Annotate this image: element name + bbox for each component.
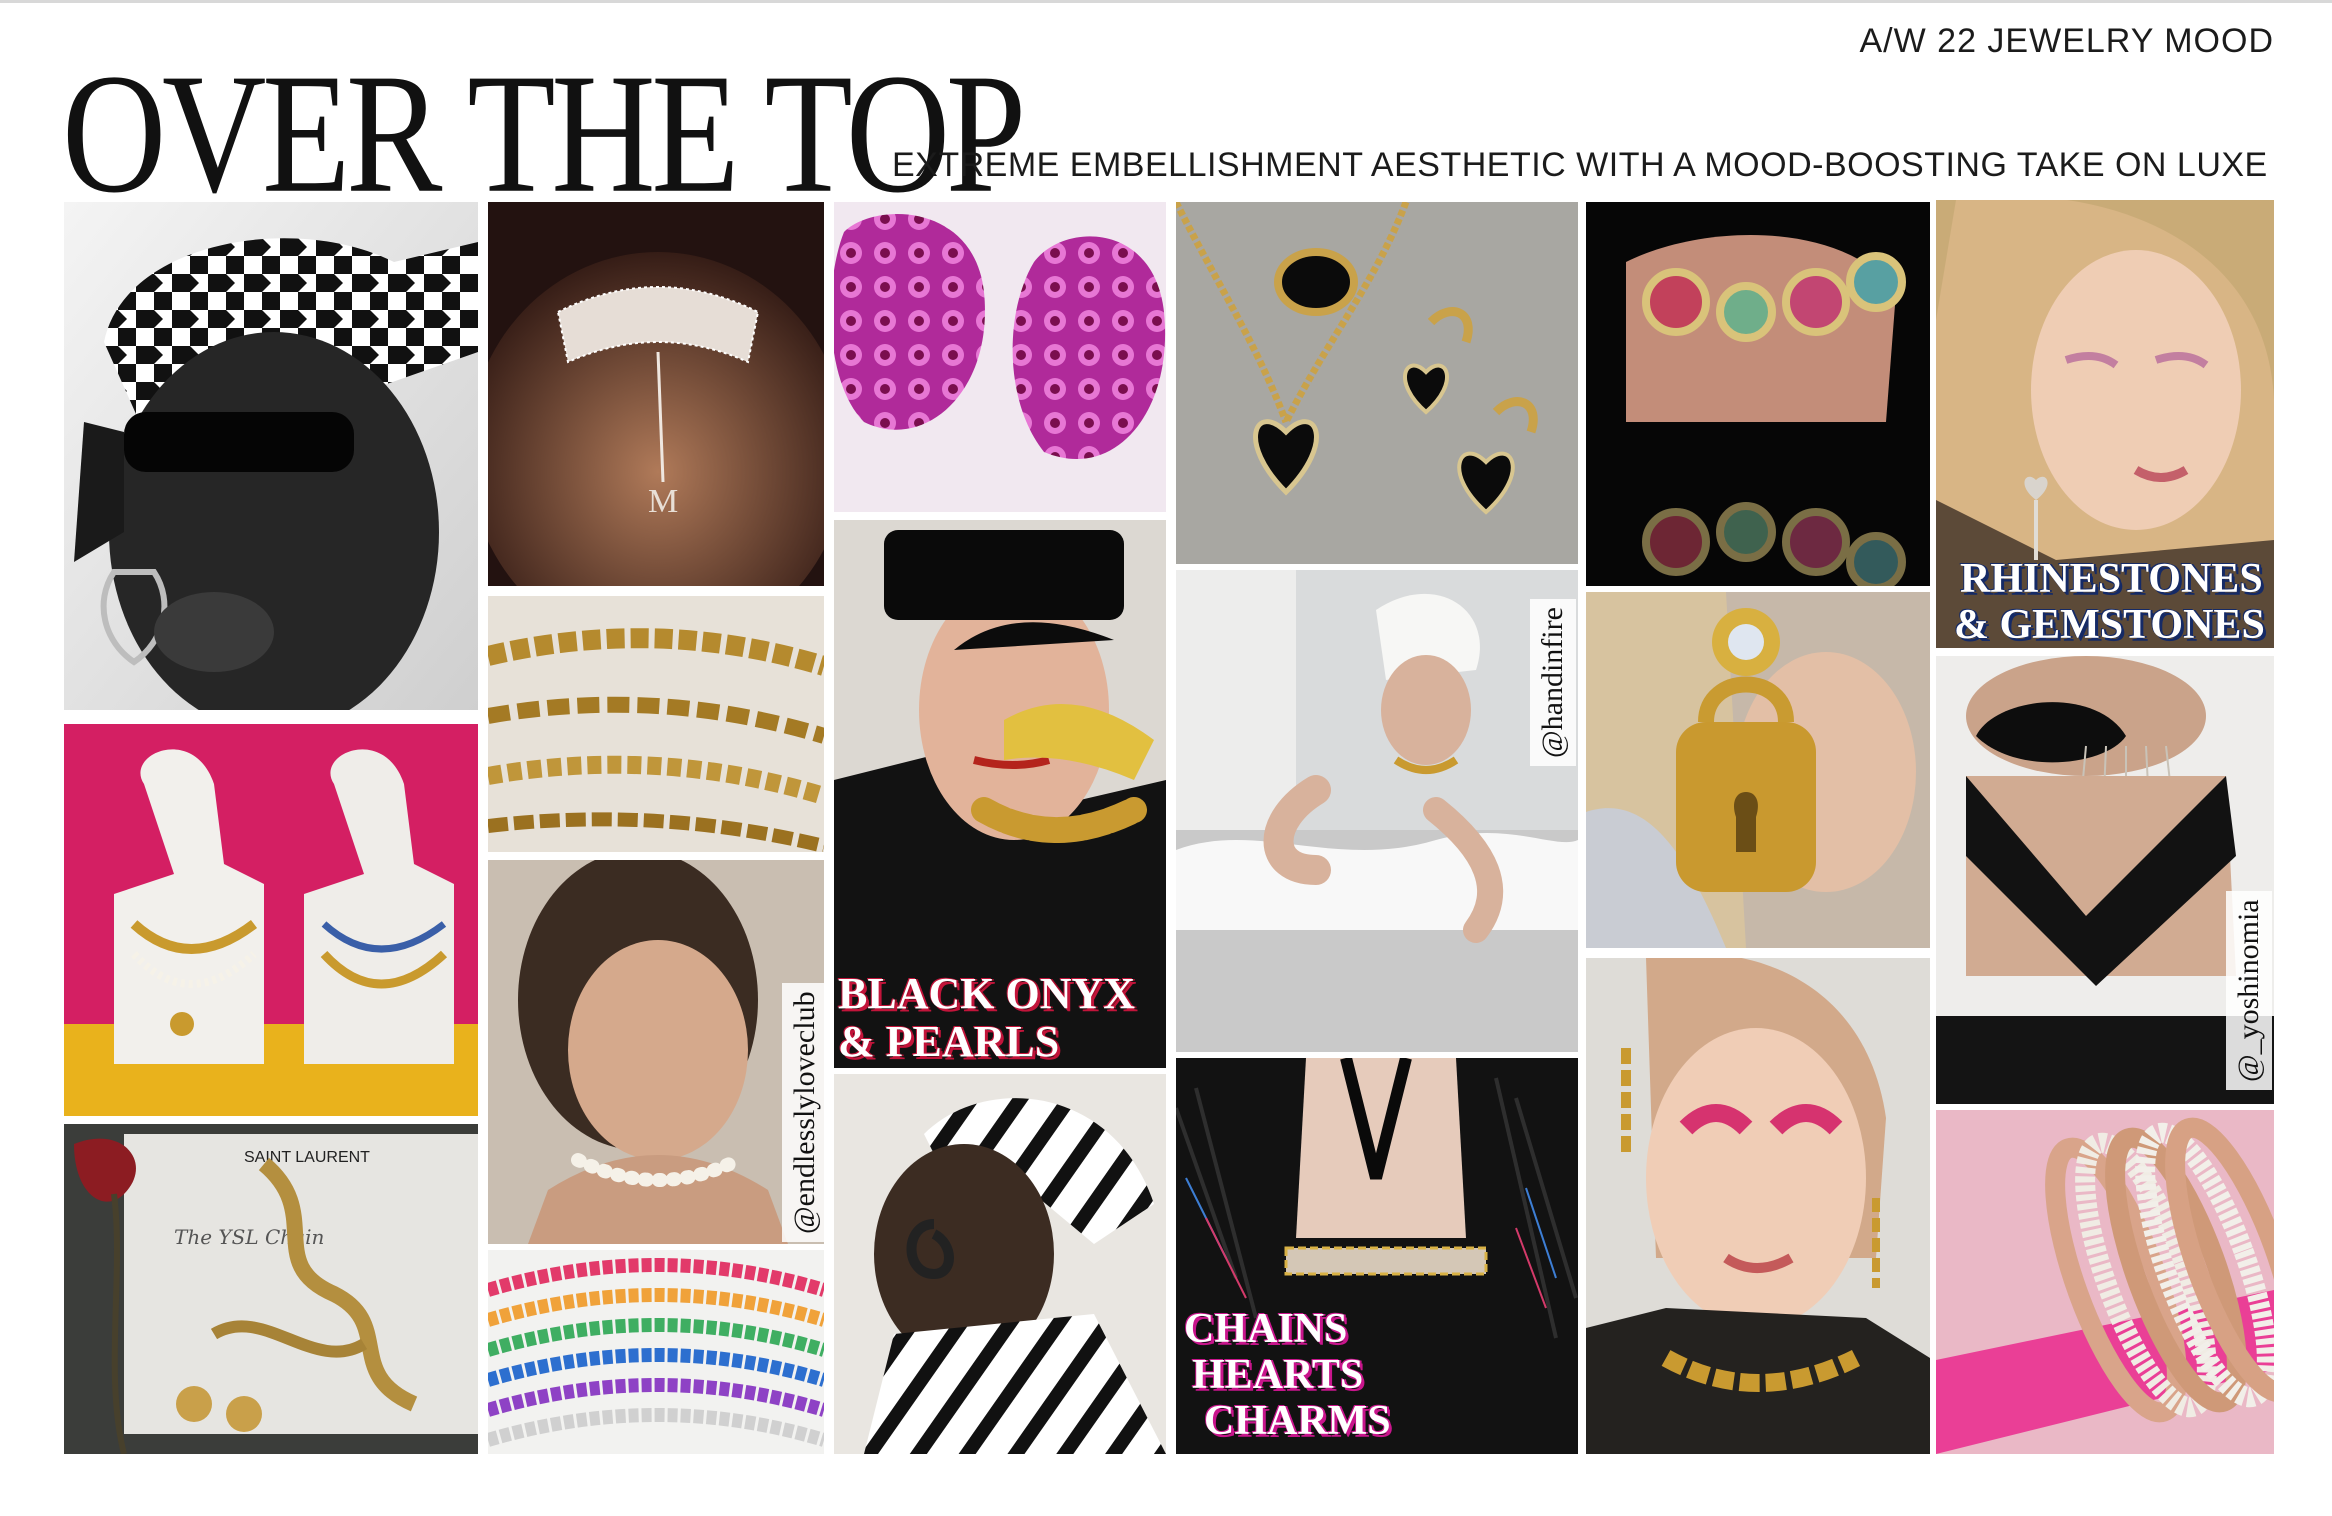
handle-handinfire: @handinfire [1530,599,1576,766]
photo-blonde-rhinestones: RHINESTONES & GEMSTONES [1936,200,2274,648]
handle-endlessly: @endlesslyloveclub [782,983,824,1242]
season-label: A/W 22 JEWELRY MOOD [1859,22,2274,60]
photo-sunglasses-pearls: BLACK ONYX & PEARLS [834,520,1166,1068]
photo-busts-pearls [64,724,478,1116]
photo-gold-chains [488,596,824,852]
photo-zebra-headscarf [834,1074,1166,1454]
banner-chains-3: CHARMS [1204,1398,1391,1444]
photo-pink-eyeshadow [1586,958,1930,1454]
photo-pearl-choker: @endlesslyloveclub [488,860,824,1244]
photo-bathtub: @handinfire [1176,570,1578,1052]
photo-ysl-chain-box: SAINT LAURENT The YSL Chain [64,1124,478,1454]
photo-rainbow-tennis [488,1250,824,1454]
top-rule [0,0,2332,3]
banner-chains-2: HEARTS [1192,1352,1364,1398]
page-title: OVER THE TOP [62,38,1026,229]
photo-crystal-choker-back: M [488,202,824,586]
photo-houndstooth-headscarf [64,202,478,710]
banner-rhinestones-2: & GEMSTONES [1954,602,2265,648]
banner-rhinestones-1: RHINESTONES [1960,556,2263,602]
photo-gemstone-rings [1586,202,1930,586]
handle-yoshinomia: @_yoshinomia [2226,891,2272,1090]
photo-black-rose-choker: @_yoshinomia [1936,656,2274,1104]
photo-padlock-earring [1586,592,1930,948]
banner-onyx-1: BLACK ONYX [838,969,1136,1018]
banner-onyx-2: & PEARLS [838,1017,1060,1066]
box-brand-text: SAINT LAURENT [244,1149,370,1166]
page-subtitle: EXTREME EMBELLISHMENT AESTHETIC WITH A M… [892,146,2268,184]
svg-text:M: M [648,483,678,520]
photo-rose-gold-bangles [1936,1110,2274,1454]
photo-pink-crystal-earrings [834,202,1166,512]
photo-onyx-heart-jewelry [1176,202,1578,564]
banner-chains-1: CHAINS [1184,1306,1348,1352]
photo-feather-belt: CHAINS HEARTS CHARMS [1176,1058,1578,1454]
